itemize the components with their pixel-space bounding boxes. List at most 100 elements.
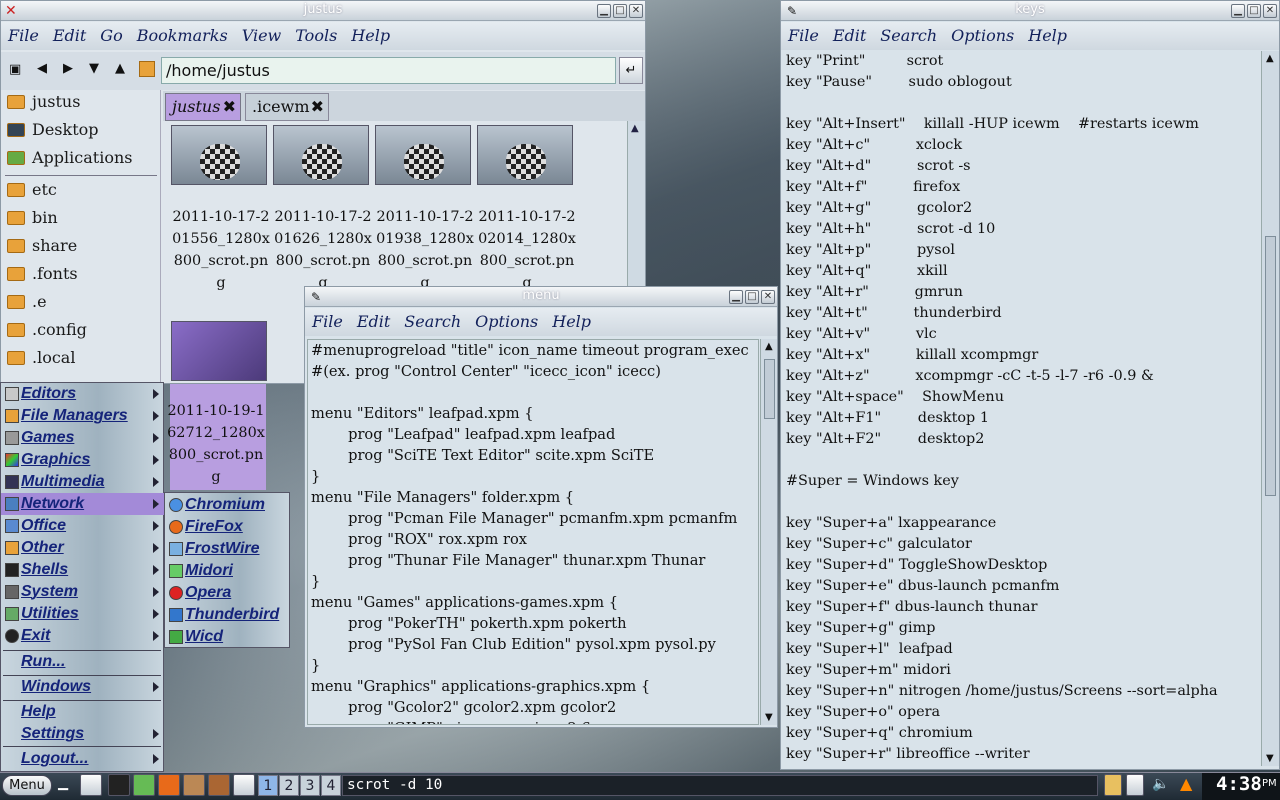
menu-options[interactable]: Options	[944, 22, 1021, 45]
menu-bookmarks[interactable]: Bookmarks	[130, 22, 235, 45]
menu-item-settings[interactable]: Settings	[1, 723, 164, 745]
submenu-item-thunderbird[interactable]: Thunderbird	[165, 604, 289, 626]
sidebar-item-config[interactable]: .config	[1, 318, 159, 344]
tab-icewm[interactable]: .icewm ✖	[245, 93, 329, 121]
forward-icon[interactable]: ▶	[63, 61, 73, 76]
scroll-down-icon[interactable]: ▼	[1266, 753, 1274, 764]
file-name[interactable]: 2011-10-17-201626_1280x800_scrot.png	[273, 206, 373, 294]
vlc-icon[interactable]: ▲	[1180, 774, 1192, 793]
sidebar-item-local[interactable]: .local	[1, 346, 159, 372]
back-icon[interactable]: ◀	[37, 61, 47, 76]
tab-justus[interactable]: justus ✖	[165, 93, 241, 121]
sidebar-item-desktop[interactable]: Desktop	[1, 118, 159, 144]
scroll-thumb[interactable]	[764, 359, 775, 419]
menu-item-file-managers[interactable]: File Managers	[1, 405, 164, 427]
window-list-icon[interactable]	[80, 774, 102, 796]
menu-edit[interactable]: Edit	[46, 22, 93, 45]
menu-item-network[interactable]: Network	[1, 493, 164, 515]
submenu-item-wicd[interactable]: Wicd	[165, 626, 289, 648]
sidebar-item-etc[interactable]: etc	[1, 178, 159, 204]
file-name[interactable]: 2011-10-17-201556_1280x800_scrot.png	[171, 206, 271, 294]
submenu-item-firefox[interactable]: FireFox	[165, 516, 289, 538]
file-thumbnail-selected[interactable]	[171, 321, 267, 381]
menu-item-exit[interactable]: Exit	[1, 625, 164, 647]
menu-options[interactable]: Options	[468, 308, 545, 331]
up-icon[interactable]: ▲	[115, 61, 125, 76]
terminal-launcher-icon[interactable]	[108, 774, 130, 796]
task-button[interactable]: scrot -d 10	[342, 775, 1098, 796]
tray-icon[interactable]	[1104, 774, 1122, 796]
workspace-4[interactable]: 4	[321, 775, 341, 796]
scroll-up-icon[interactable]: ▲	[1266, 53, 1274, 64]
menu-edit[interactable]: Edit	[350, 308, 397, 331]
file-thumbnail[interactable]	[171, 125, 267, 185]
menu-help[interactable]: Help	[344, 22, 397, 45]
keys-text-area[interactable]: key "Print" scrot key "Pause" sudo oblog…	[783, 51, 1261, 766]
menu-item-office[interactable]: Office	[1, 515, 164, 537]
menu-help[interactable]: Help	[545, 308, 598, 331]
file-name[interactable]: 2011-10-17-202014_1280x800_scrot.png	[477, 206, 577, 294]
menu-item-logout[interactable]: Logout...	[1, 748, 164, 770]
game-launcher-icon[interactable]	[183, 774, 205, 796]
firefox-launcher-icon[interactable]	[158, 774, 180, 796]
file-thumbnail[interactable]	[477, 125, 573, 185]
file-thumbnail[interactable]	[375, 125, 471, 185]
menu-item-multimedia[interactable]: Multimedia	[1, 471, 164, 493]
keys-scrollbar[interactable]: ▲ ▼	[1261, 51, 1279, 766]
menu-item-utilities[interactable]: Utilities	[1, 603, 164, 625]
title-bar[interactable]: ✎ menu ▁ □ ✕	[305, 287, 777, 307]
workspace-1[interactable]: 1	[258, 775, 278, 796]
scroll-thumb[interactable]	[1265, 236, 1276, 496]
menu-item-windows[interactable]: Windows	[1, 676, 164, 698]
menu-search[interactable]: Search	[397, 308, 468, 331]
start-menu-button[interactable]: Menu	[2, 775, 52, 796]
menu-file[interactable]: File	[1, 22, 46, 45]
menu-edit[interactable]: Edit	[826, 22, 873, 45]
menu-item-games[interactable]: Games	[1, 427, 164, 449]
show-desktop-icon[interactable]: ▁	[58, 776, 68, 791]
submenu-item-chromium[interactable]: Chromium	[165, 494, 289, 516]
minimize-button[interactable]: ▁	[729, 290, 743, 304]
workspace-2[interactable]: 2	[279, 775, 299, 796]
menu-file[interactable]: File	[781, 22, 826, 45]
submenu-item-midori[interactable]: Midori	[165, 560, 289, 582]
screenshot-launcher-icon[interactable]	[233, 774, 255, 796]
menu-item-graphics[interactable]: Graphics	[1, 449, 164, 471]
menu-search[interactable]: Search	[873, 22, 944, 45]
title-bar[interactable]: ✕ justus ▁ □ ✕	[1, 1, 645, 21]
menu-scrollbar[interactable]: ▲ ▼	[760, 339, 777, 725]
maximize-button[interactable]: □	[613, 4, 627, 18]
clipboard-icon[interactable]	[1126, 774, 1144, 796]
go-button[interactable]: ↵	[619, 57, 643, 84]
close-button[interactable]: ✕	[629, 4, 643, 18]
menu-view[interactable]: View	[235, 22, 289, 45]
menu-item-other[interactable]: Other	[1, 537, 164, 559]
title-bar[interactable]: ✎ keys ▁ □ ✕	[781, 1, 1279, 21]
scroll-up-icon[interactable]: ▲	[631, 123, 639, 134]
menu-help[interactable]: Help	[1021, 22, 1074, 45]
tab-close-icon[interactable]: ✖	[311, 97, 324, 116]
sidebar-item-applications[interactable]: Applications	[1, 146, 159, 172]
tab-close-icon[interactable]: ✖	[223, 97, 236, 116]
sidebar-item-justus[interactable]: justus	[1, 90, 159, 116]
monitor-icon[interactable]: ▣	[9, 62, 21, 77]
volume-icon[interactable]: 🔈	[1152, 776, 1169, 792]
close-button[interactable]: ✕	[761, 290, 775, 304]
editor-launcher-icon[interactable]	[133, 774, 155, 796]
menu-file[interactable]: File	[305, 308, 350, 331]
maximize-button[interactable]: □	[745, 290, 759, 304]
workspace-3[interactable]: 3	[300, 775, 320, 796]
close-button[interactable]: ✕	[1263, 4, 1277, 18]
file-name[interactable]: 2011-10-17-201938_1280x800_scrot.png	[375, 206, 475, 294]
menu-item-run[interactable]: Run...	[1, 651, 164, 673]
menu-item-help[interactable]: Help	[1, 701, 164, 723]
scroll-up-icon[interactable]: ▲	[765, 341, 773, 352]
submenu-item-frostwire[interactable]: FrostWire	[165, 538, 289, 560]
home-icon[interactable]	[139, 61, 155, 77]
menu-tools[interactable]: Tools	[288, 22, 344, 45]
menu-item-system[interactable]: System	[1, 581, 164, 603]
submenu-item-opera[interactable]: Opera	[165, 582, 289, 604]
sidebar-item-fonts[interactable]: .fonts	[1, 262, 159, 288]
dropdown-icon[interactable]: ▼	[89, 61, 99, 76]
menu-item-shells[interactable]: Shells	[1, 559, 164, 581]
